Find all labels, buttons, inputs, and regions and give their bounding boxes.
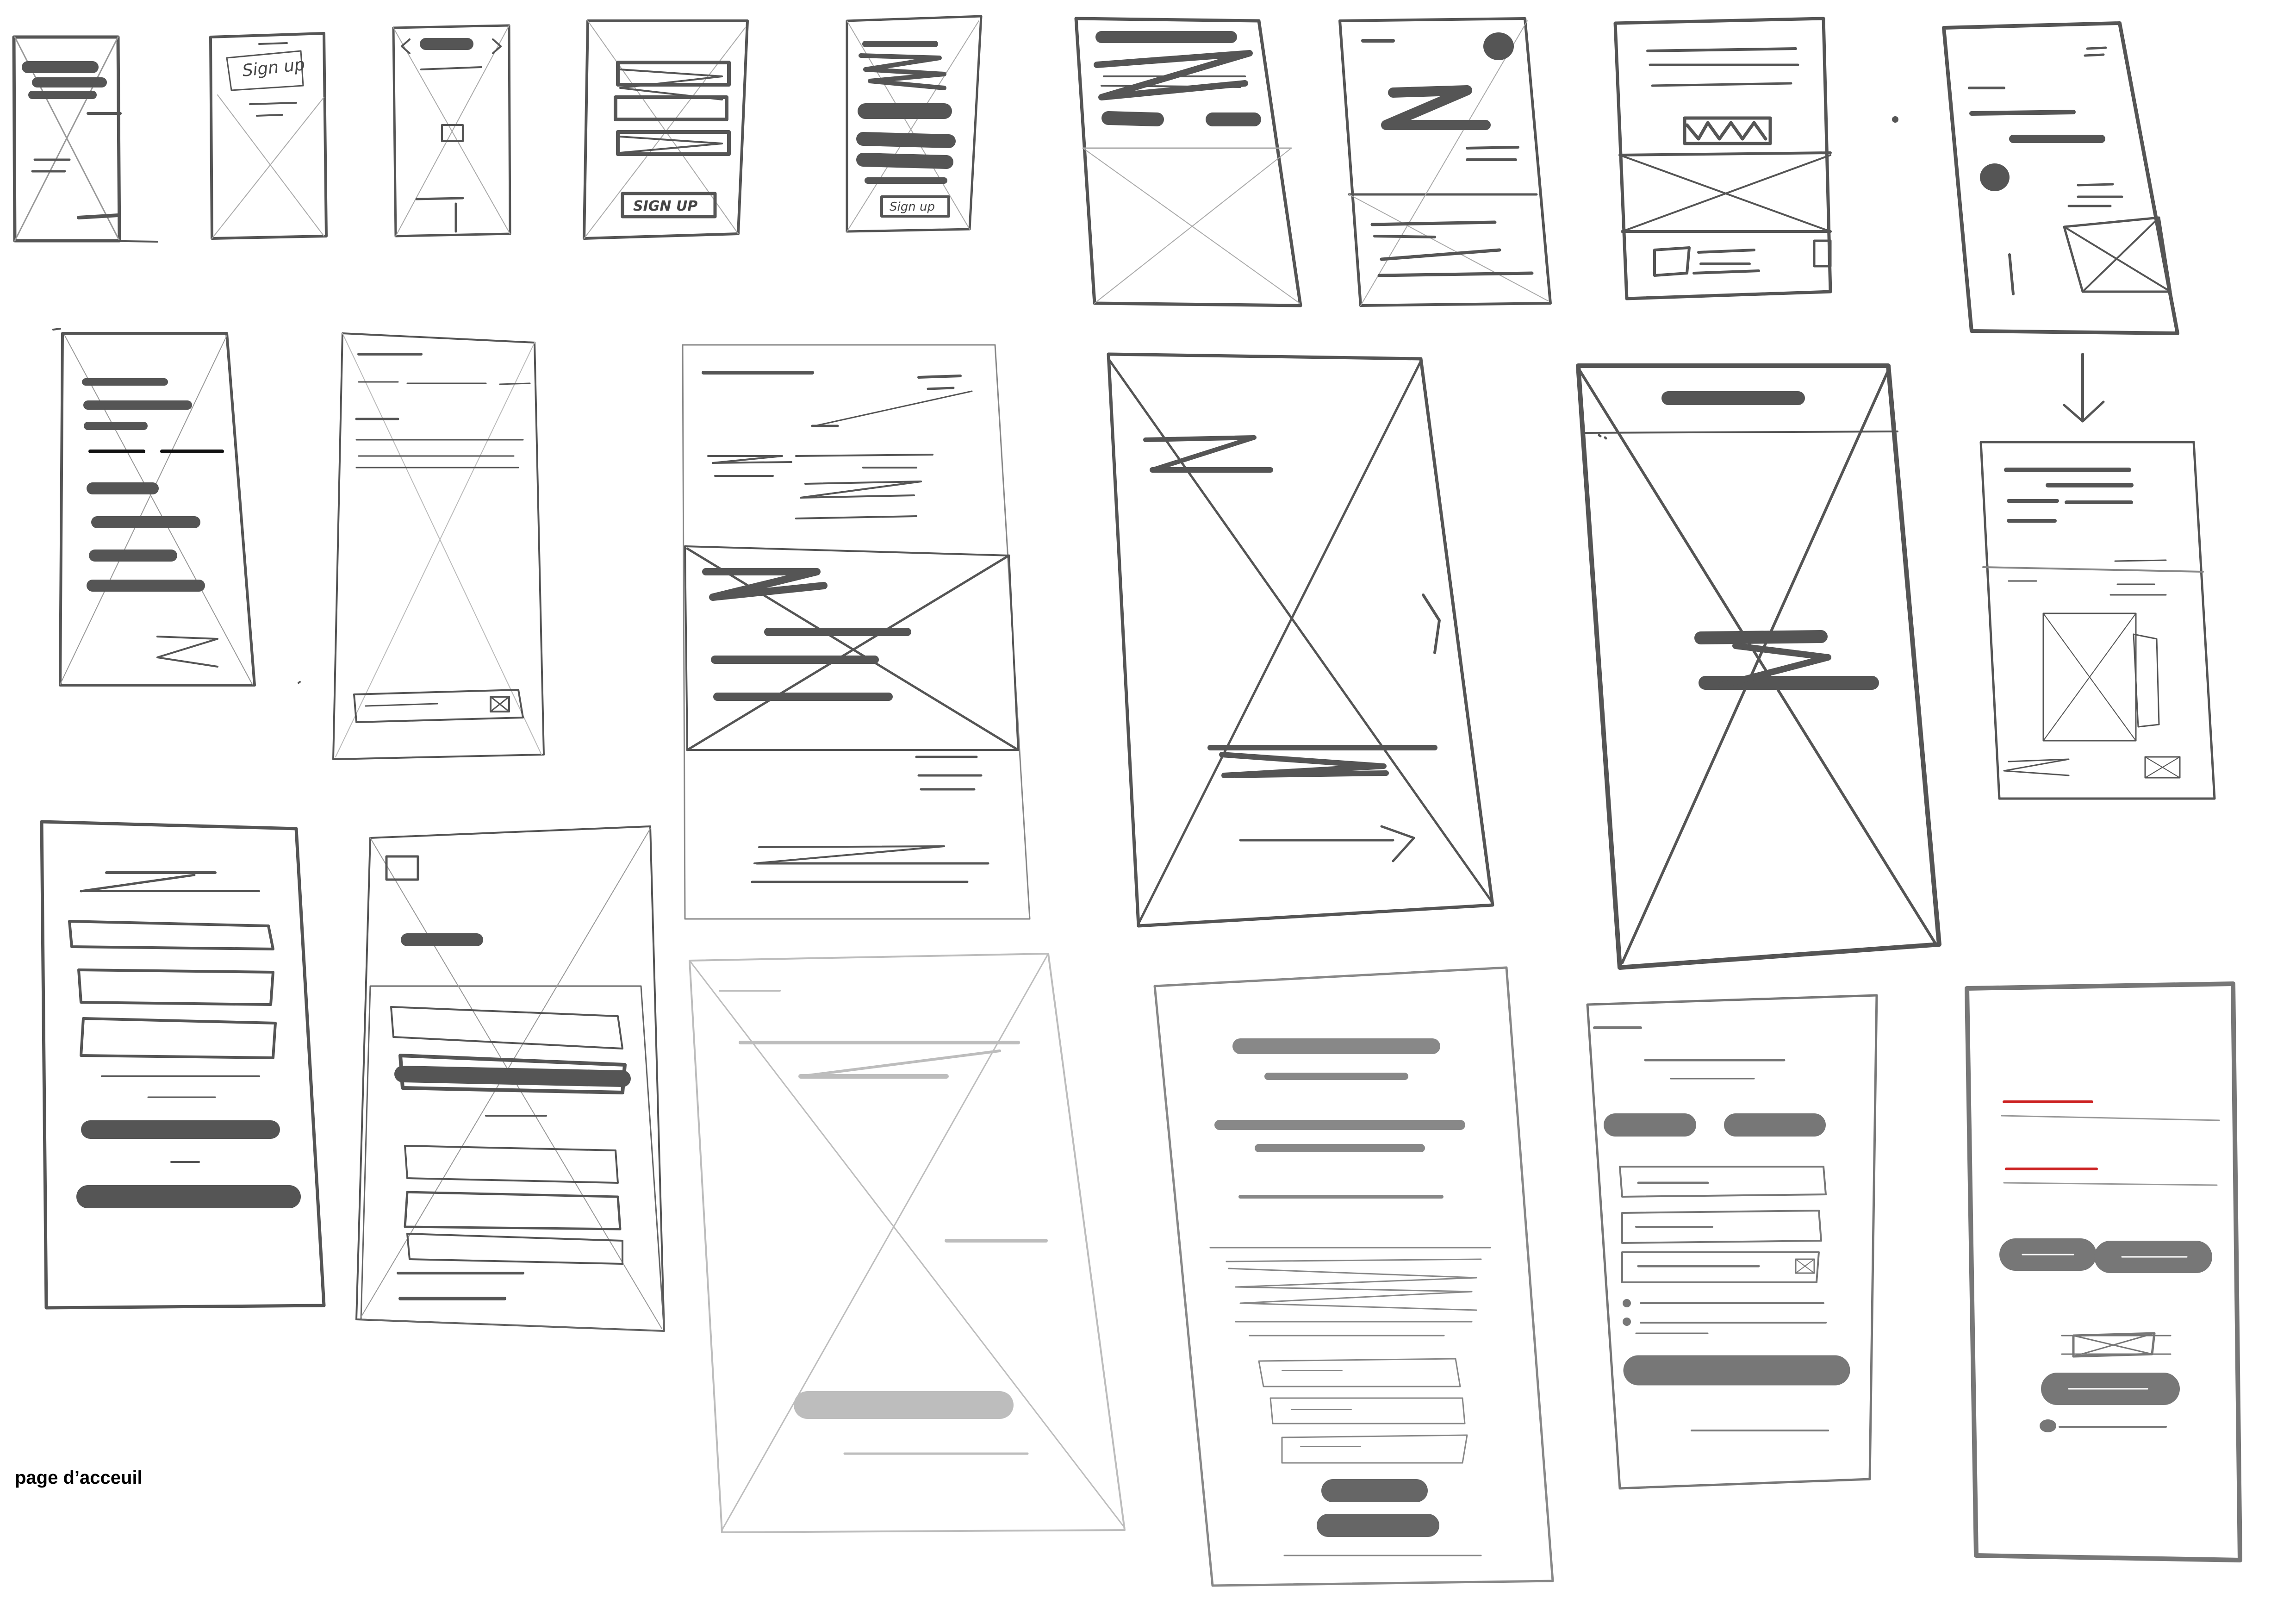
wireframe-screen-17 xyxy=(355,825,665,1332)
wireframe-screen-16 xyxy=(40,820,326,1310)
flow-arrow-down xyxy=(2063,353,2105,423)
wireframe-screen-15 xyxy=(1979,441,2216,800)
wireframe-screen-14 xyxy=(1576,363,1941,970)
wireframe-screen-12 xyxy=(682,344,1031,920)
sketch-label-signup-3: Sign up xyxy=(890,200,935,214)
wireframe-screen-20 xyxy=(1586,994,1878,1490)
stray-dot xyxy=(1892,116,1898,123)
wireframe-screen-21 xyxy=(1965,981,2242,1562)
wireframe-screen-10 xyxy=(52,328,301,687)
wireframe-screen-11 xyxy=(332,332,545,760)
wireframe-screen-3 xyxy=(392,24,511,237)
wireframe-screen-8 xyxy=(1613,17,1832,300)
wireframe-screen-7 xyxy=(1338,17,1552,307)
wireframe-screen-6 xyxy=(1074,17,1302,307)
wireframe-screen-13 xyxy=(1107,352,1494,928)
sketch-label-signup-2: SIGN UP xyxy=(633,198,697,214)
wireframe-screen-18 xyxy=(689,953,1126,1533)
wireframe-screen-19 xyxy=(1153,966,1554,1587)
wireframe-screen-1 xyxy=(12,35,158,243)
page-caption: page d’acceuil xyxy=(15,1468,143,1488)
wireframe-sketch-board: Sign up SIGN UP Sign up xyxy=(12,15,2242,1587)
wireframe-screen-5 xyxy=(846,15,983,233)
wireframe-screen-9 xyxy=(1942,21,2179,335)
sketch-label-signup-1: Sign up xyxy=(242,55,306,81)
